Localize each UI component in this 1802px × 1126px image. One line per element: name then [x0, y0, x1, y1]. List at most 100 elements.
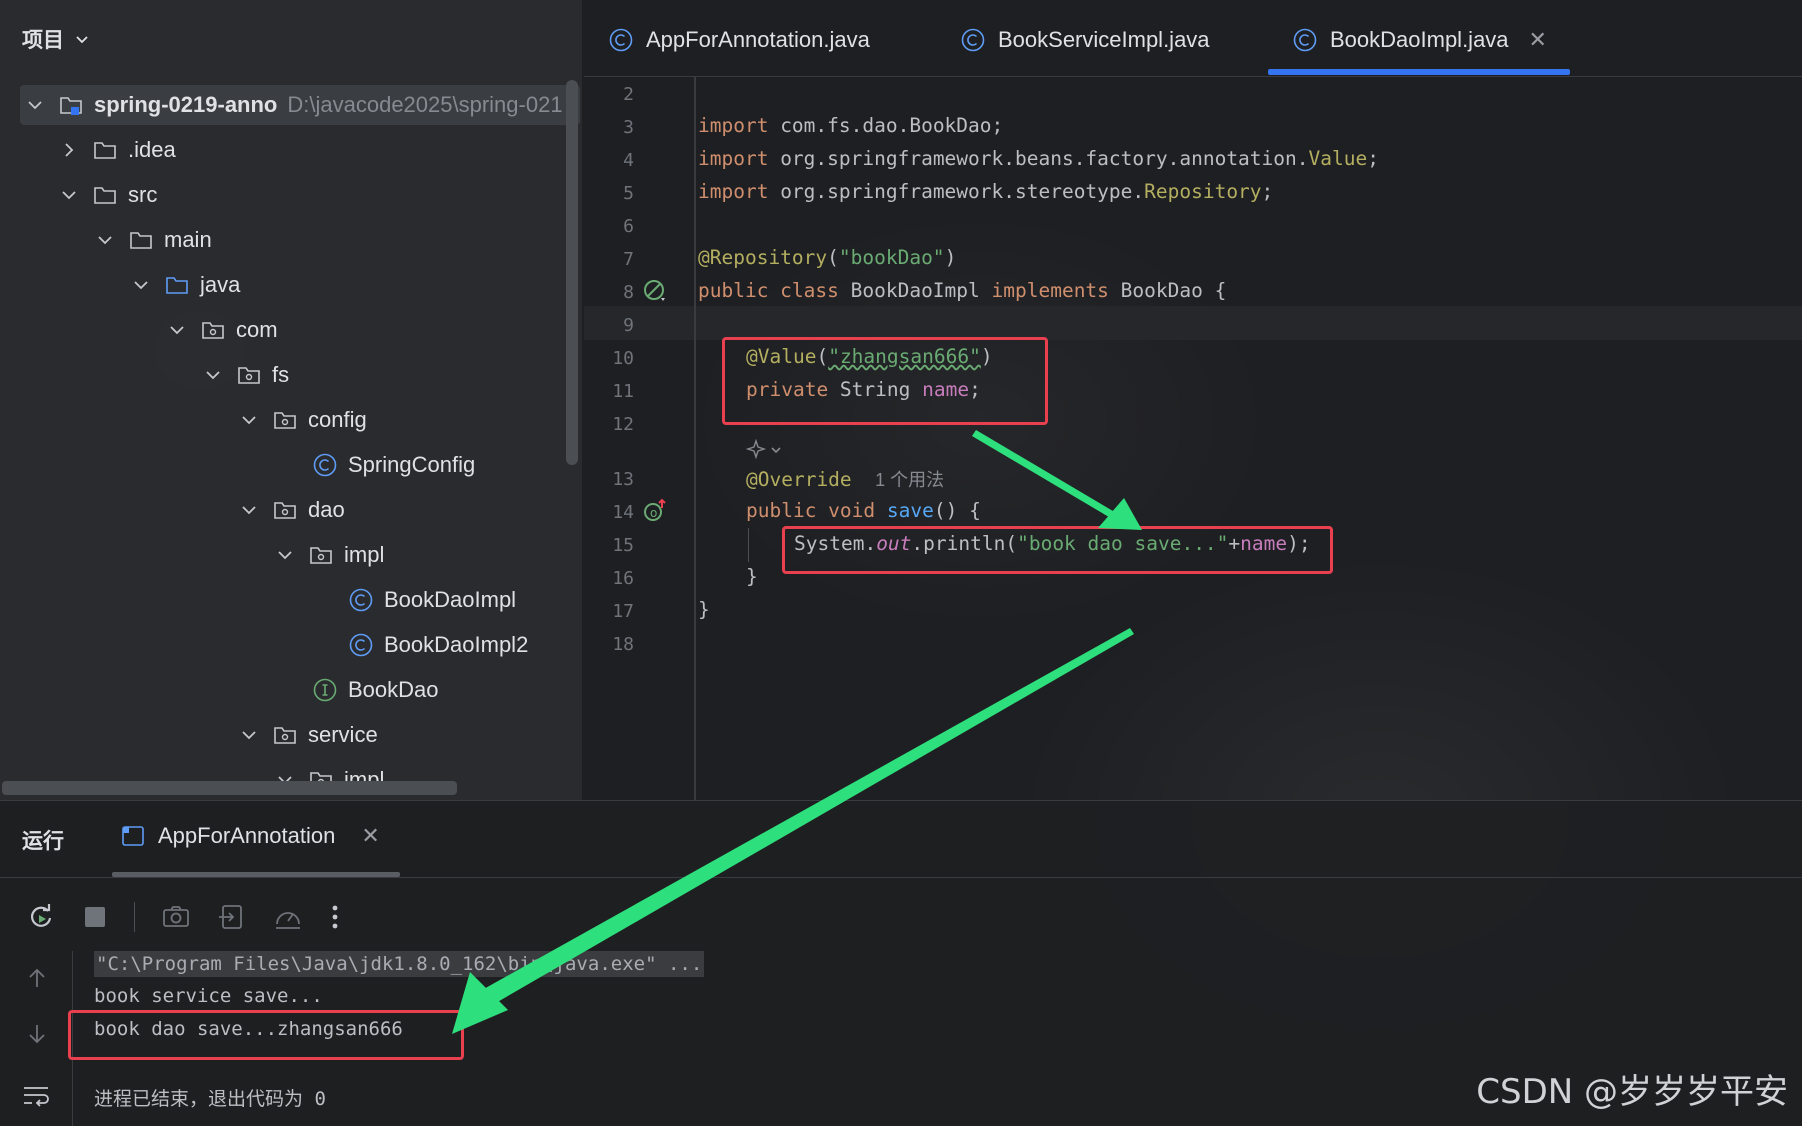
- chevron-down-icon: [170, 326, 184, 335]
- tree-item-bookdao[interactable]: BookDao: [312, 670, 439, 710]
- code-token: BookDaoImpl: [838, 279, 992, 302]
- code-line-5[interactable]: import org.springframework.stereotype.Re…: [698, 180, 1273, 203]
- run-toolbar: [26, 897, 341, 937]
- arrow-shaft: [972, 430, 1118, 520]
- code-line-8[interactable]: public class BookDaoImpl implements Book…: [698, 279, 1226, 302]
- highlight-box-output: [68, 1010, 464, 1060]
- code-line-14[interactable]: public void save() {: [746, 499, 981, 522]
- code-token: import: [698, 114, 769, 137]
- line-number: 9: [623, 315, 634, 336]
- tree-item-springconfig[interactable]: SpringConfig: [312, 445, 475, 485]
- tree-item-src[interactable]: src: [60, 175, 157, 215]
- tree-item-label: SpringConfig: [348, 452, 476, 477]
- rerun-icon[interactable]: [26, 902, 56, 932]
- code-line-17[interactable]: }: [698, 598, 710, 621]
- usage-hint[interactable]: 1 个用法: [875, 470, 944, 490]
- tree-item-com[interactable]: com: [168, 310, 278, 350]
- editor-gutter-divider: [694, 76, 696, 800]
- code-line-13[interactable]: @Override 1 个用法: [746, 466, 944, 492]
- line-number: 5: [623, 183, 634, 204]
- code-token: import: [698, 147, 769, 170]
- tree-item-dao-impl[interactable]: impl: [276, 535, 384, 575]
- console-exit-line[interactable]: 进程已结束，退出代码为 0: [94, 1084, 326, 1111]
- project-header[interactable]: 项目: [22, 22, 90, 56]
- tree-item-label: BookDao: [348, 677, 439, 702]
- code-token: @Repository: [698, 246, 828, 269]
- exit-icon[interactable]: [217, 902, 247, 932]
- stop-icon[interactable]: [82, 904, 108, 930]
- module-folder-icon: [60, 97, 82, 115]
- line-number: 3: [623, 117, 634, 138]
- tree-item-root[interactable]: spring-0219-anno D:\javacode2025\spring-…: [20, 85, 580, 125]
- interface-icon: [313, 678, 337, 702]
- console-command-line[interactable]: "C:\Program Files\Java\jdk1.8.0_162\bin\…: [94, 951, 705, 977]
- folder-icon: [94, 187, 116, 204]
- tree-item-label: dao: [308, 497, 345, 522]
- chevron-down-icon: [242, 416, 256, 425]
- code-token: org.springframework.beans.factory.annota…: [768, 147, 1309, 170]
- bean-gutter-icon[interactable]: [642, 278, 668, 304]
- chevron-down-icon: [28, 101, 42, 110]
- tree-item-idea[interactable]: .idea: [60, 130, 176, 170]
- tab-bookserviceimpl[interactable]: BookServiceImpl.java: [960, 18, 1210, 62]
- tree-item-bookdaoimpl2[interactable]: BookDaoImpl2: [348, 625, 528, 665]
- tab-label: AppForAnnotation.java: [646, 27, 870, 52]
- tree-item-service[interactable]: service: [240, 715, 378, 755]
- close-icon[interactable]: ✕: [361, 823, 379, 849]
- more-options-icon[interactable]: [329, 902, 341, 932]
- tab-bookdaoimpl-active[interactable]: BookDaoImpl.java ✕: [1292, 18, 1547, 62]
- code-token: public void: [746, 499, 876, 522]
- override-gutter-icon[interactable]: o: [642, 498, 668, 524]
- project-scrollbar-vertical[interactable]: [566, 80, 578, 465]
- gauge-icon[interactable]: [273, 902, 303, 932]
- camera-icon[interactable]: [161, 902, 191, 932]
- tree-item-bookdaoimpl[interactable]: BookDaoImpl: [348, 580, 516, 620]
- arrow-down-icon[interactable]: [24, 1021, 50, 1047]
- tree-item-label: src: [128, 182, 158, 207]
- line-number: 15: [612, 535, 634, 556]
- tree-item-label: BookDaoImpl2: [384, 632, 529, 657]
- chevron-down-icon: [278, 551, 292, 560]
- watermark: CSDN @岁岁岁平安: [1476, 1072, 1788, 1112]
- soft-wrap-icon[interactable]: [22, 1083, 52, 1109]
- close-icon[interactable]: ✕: [1529, 27, 1547, 53]
- ai-hint-icon[interactable]: [746, 438, 786, 462]
- line-number: 7: [623, 249, 634, 270]
- project-header-label: 项目: [22, 29, 64, 52]
- tree-item-fs[interactable]: fs: [204, 355, 289, 395]
- project-scrollbar-horizontal[interactable]: [2, 781, 457, 795]
- source-folder-icon: [166, 277, 188, 294]
- code-line-16[interactable]: }: [746, 565, 758, 588]
- current-line-highlight: [584, 306, 1802, 340]
- console-side-toolbar: [0, 951, 73, 1126]
- chevron-down-icon: [242, 731, 256, 740]
- code-token: ): [944, 246, 957, 269]
- arrow-up-icon[interactable]: [24, 965, 50, 991]
- code-line-4[interactable]: import org.springframework.beans.factory…: [698, 147, 1379, 170]
- run-tab-appforannotation[interactable]: AppForAnnotation ✕: [120, 823, 380, 849]
- tab-appforannotation[interactable]: AppForAnnotation.java: [608, 18, 870, 62]
- tree-item-label: com: [236, 317, 278, 342]
- class-icon: [349, 588, 373, 612]
- tree-item-dao[interactable]: dao: [240, 490, 345, 530]
- highlight-box-println: [782, 526, 1333, 574]
- code-token: (: [827, 246, 839, 269]
- console-output-line[interactable]: book service save...: [94, 985, 323, 1007]
- package-icon: [238, 367, 260, 384]
- project-panel: 项目 spring-0219-anno D:\javacode2025\spri…: [0, 0, 582, 800]
- tab-label: BookDaoImpl.java: [1330, 27, 1509, 52]
- code-token: () {: [933, 499, 981, 522]
- code-line-3[interactable]: import com.fs.dao.BookDao;: [698, 114, 1003, 137]
- chevron-down-icon: [62, 191, 76, 200]
- tree-item-config[interactable]: config: [240, 400, 367, 440]
- tree-item-java[interactable]: java: [132, 265, 240, 305]
- indent-guide: [748, 528, 749, 562]
- tree-item-label: impl: [344, 542, 385, 567]
- package-icon: [310, 547, 332, 564]
- line-number: 11: [612, 381, 634, 402]
- code-line-7[interactable]: @Repository("bookDao"): [698, 246, 956, 269]
- tree-item-main[interactable]: main: [96, 220, 212, 260]
- code-token: ;: [1261, 180, 1274, 203]
- code-token: BookDao {: [1108, 279, 1227, 302]
- class-icon: [313, 453, 337, 477]
